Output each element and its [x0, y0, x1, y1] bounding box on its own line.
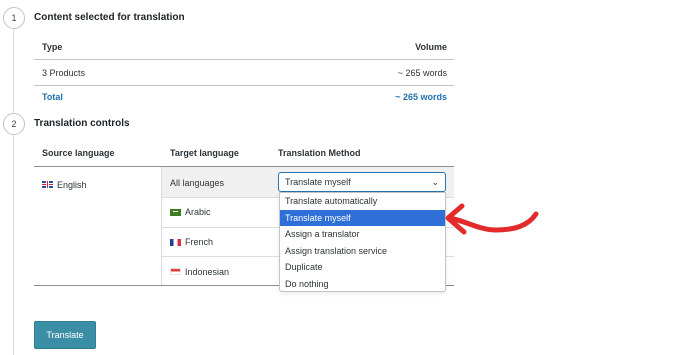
column-header-target-language: Target language — [170, 148, 239, 158]
table-row-divider — [34, 85, 454, 86]
chevron-down-icon: ⌄ — [431, 177, 439, 187]
option-duplicate[interactable]: Duplicate — [280, 259, 445, 276]
arabic-flag-icon — [170, 209, 181, 216]
option-assign-translator[interactable]: Assign a translator — [280, 226, 445, 243]
option-assign-translation-service[interactable]: Assign translation service — [280, 243, 445, 260]
target-language-indonesian[interactable]: Indonesian — [185, 267, 229, 277]
translation-method-dropdown[interactable]: Translate automatically Translate myself… — [279, 192, 446, 292]
option-translate-myself[interactable]: Translate myself — [280, 209, 445, 227]
step-connector-line — [13, 26, 14, 355]
step-2-badge: 2 — [3, 113, 25, 135]
uk-flag-icon — [42, 181, 53, 188]
table-row-type: 3 Products — [42, 68, 86, 78]
column-header-type: Type — [42, 42, 63, 52]
annotation-arrow-icon — [445, 203, 539, 235]
translation-method-select[interactable]: Translate myself ⌄ — [278, 172, 446, 192]
option-do-nothing[interactable]: Do nothing — [280, 276, 445, 293]
target-language-arabic[interactable]: Arabic — [185, 207, 211, 217]
translate-button[interactable]: Translate — [34, 321, 96, 349]
total-label: Total — [42, 92, 63, 102]
step-1-badge: 1 — [3, 7, 25, 29]
column-header-volume: Volume — [415, 42, 447, 52]
table-header-divider — [34, 59, 454, 60]
step-2-title: Translation controls — [34, 118, 130, 129]
translation-method-value: Translate myself — [285, 177, 351, 187]
french-flag-icon — [170, 239, 181, 246]
option-translate-automatically[interactable]: Translate automatically — [280, 193, 445, 210]
target-language-french[interactable]: French — [185, 237, 213, 247]
column-header-translation-method: Translation Method — [278, 148, 361, 158]
step-1-title: Content selected for translation — [34, 12, 185, 23]
total-volume: ~ 265 words — [395, 92, 447, 102]
column-header-source-language: Source language — [42, 148, 115, 158]
source-column-separator — [161, 167, 162, 285]
all-languages-label: All languages — [170, 178, 225, 188]
source-language-label: English — [57, 180, 87, 190]
indonesian-flag-icon — [170, 268, 181, 275]
table-row-volume: ~ 265 words — [397, 68, 447, 78]
